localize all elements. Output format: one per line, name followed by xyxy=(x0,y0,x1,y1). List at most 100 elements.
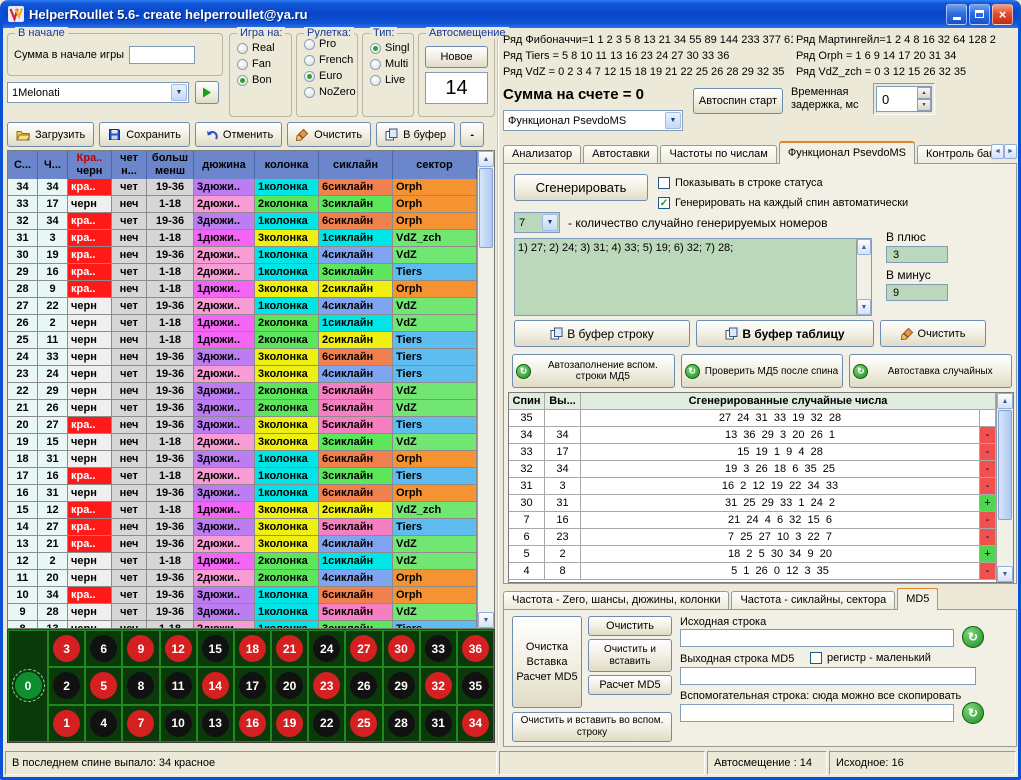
history-row[interactable]: 3234кра..чет19-363дюжи..1колонка6сиклайн… xyxy=(8,213,477,230)
toolbar-button-6[interactable]: - xyxy=(460,122,484,147)
freq-tab-3[interactable]: MD5 xyxy=(897,588,938,610)
board-cell[interactable]: 28 xyxy=(383,705,420,742)
chevron-up-icon[interactable]: ▲ xyxy=(857,239,871,255)
board-cell[interactable]: 5 xyxy=(85,667,122,704)
checkbox-generate-auto[interactable]: ✓ Генерировать на каждый спин автоматиче… xyxy=(658,197,908,209)
gen-row[interactable]: 323419 3 26 18 6 35 25- xyxy=(509,461,996,478)
gen-row[interactable]: 485 1 26 0 12 3 35- xyxy=(509,563,996,580)
board-cell[interactable]: 24 xyxy=(308,630,345,667)
history-row[interactable]: 2027кра..неч19-363дюжи..3колонка5сиклайн… xyxy=(8,417,477,434)
register-checkbox[interactable]: регистр - маленький xyxy=(810,652,931,664)
generated-table-scrollbar[interactable]: ▲ ▼ xyxy=(996,393,1013,582)
tab-3[interactable]: Частоты по числам xyxy=(660,145,776,164)
history-row[interactable]: 3434кра..чет19-363дюжи..1колонка6сиклайн… xyxy=(8,179,477,196)
history-row[interactable]: 122чернчет1-181дюжи..2колонка1сиклайнVdZ xyxy=(8,553,477,570)
board-cell[interactable]: 6 xyxy=(85,630,122,667)
board-cell[interactable]: 19 xyxy=(271,705,308,742)
helper-input[interactable] xyxy=(680,704,954,722)
chevron-up-icon[interactable]: ▲ xyxy=(478,151,494,167)
close-button[interactable]: × xyxy=(992,4,1013,25)
output-input[interactable] xyxy=(680,667,976,685)
board-cell[interactable]: 26 xyxy=(345,667,382,704)
recycle-icon-button[interactable]: ↻ xyxy=(962,626,984,648)
scrollbar-track[interactable] xyxy=(997,409,1013,566)
toolbar-button-4[interactable]: Очистить xyxy=(287,122,371,147)
md5-clear-paste-button[interactable]: Очистить и вставить xyxy=(588,639,672,672)
board-cell[interactable]: 23 xyxy=(308,667,345,704)
autoshift-new-button[interactable]: Новое xyxy=(425,46,488,68)
board-cell[interactable]: 29 xyxy=(383,667,420,704)
copy-line-button[interactable]: В буфер строку xyxy=(514,320,690,347)
board-zero-cell[interactable]: 0 xyxy=(8,630,48,742)
history-row[interactable]: 1716кра..чет1-182дюжи..1колонка3сиклайнT… xyxy=(8,468,477,485)
count-combo[interactable]: 7 ▼ xyxy=(514,212,560,233)
checkbox-box[interactable]: ✓ xyxy=(658,197,670,209)
board-cell[interactable]: 2 xyxy=(48,667,85,704)
history-row[interactable]: 3019кра..неч19-362дюжи..1колонка4сиклайн… xyxy=(8,247,477,264)
toolbar-button-1[interactable]: Загрузить xyxy=(7,122,94,147)
recycle-icon-button[interactable]: ↻ xyxy=(962,702,984,724)
chevron-down-icon[interactable]: ▼ xyxy=(542,214,558,231)
generated-numbers-area[interactable]: 1) 27; 2) 24; 3) 31; 4) 33; 5) 19; 6) 32… xyxy=(514,238,872,316)
gen-row[interactable]: 6237 25 27 10 3 22 7- xyxy=(509,529,996,546)
scrollbar-track[interactable] xyxy=(478,167,494,612)
board-cell[interactable]: 35 xyxy=(457,667,494,704)
history-row[interactable]: 2324чернчет19-362дюжи..3колонка4сиклайнT… xyxy=(8,366,477,383)
board-cell[interactable]: 14 xyxy=(197,667,234,704)
radio-pro[interactable]: Pro xyxy=(304,38,357,50)
board-cell[interactable]: 15 xyxy=(197,630,234,667)
toolbar-button-3[interactable]: Отменить xyxy=(195,122,282,147)
board-cell[interactable]: 11 xyxy=(160,667,197,704)
minimize-button[interactable] xyxy=(946,4,967,25)
board-cell[interactable]: 7 xyxy=(122,705,159,742)
textarea-scrollbar[interactable]: ▲ ▼ xyxy=(856,239,871,315)
history-row[interactable]: 2433черннеч19-363дюжи..3колонка6сиклайнT… xyxy=(8,349,477,366)
history-row[interactable]: 1321кра..неч19-362дюжи..3колонка4сиклайн… xyxy=(8,536,477,553)
history-row[interactable]: 262чернчет1-181дюжи..2колонка1сиклайнVdZ xyxy=(8,315,477,332)
title-bar[interactable]: HelperRoullet 5.6- create helperroullet@… xyxy=(3,0,1018,28)
history-row[interactable]: 2126чернчет19-363дюжи..2колонка5сиклайнV… xyxy=(8,400,477,417)
play-button[interactable] xyxy=(195,81,219,104)
chevron-down-icon[interactable]: ▼ xyxy=(917,99,931,111)
radio-live[interactable]: Live xyxy=(370,74,413,86)
board-cell[interactable]: 18 xyxy=(234,630,271,667)
md5-big-button[interactable]: Очистка Вставка Расчет MD5 xyxy=(512,616,582,708)
maximize-button[interactable] xyxy=(969,4,990,25)
chevron-down-icon[interactable]: ▼ xyxy=(857,299,871,315)
history-row[interactable]: 1831черннеч19-363дюжи..1колонка6сиклайнO… xyxy=(8,451,477,468)
history-row[interactable]: 1915черннеч1-182дюжи..3колонка3сиклайнVd… xyxy=(8,434,477,451)
history-row[interactable]: 928чернчет19-363дюжи..1колонка5сиклайнVd… xyxy=(8,604,477,621)
auto-button-2[interactable]: ↻Проверить МД5 после спина xyxy=(681,354,844,388)
copy-table-button[interactable]: В буфер таблицу xyxy=(696,320,874,347)
delay-spinner[interactable]: 0 ▲ ▼ xyxy=(873,83,935,115)
board-cell[interactable]: 8 xyxy=(122,667,159,704)
board-cell[interactable]: 10 xyxy=(160,705,197,742)
checkbox-box[interactable] xyxy=(658,177,670,189)
radio-fan[interactable]: Fan xyxy=(237,58,291,70)
scrollbar-track[interactable] xyxy=(857,255,871,299)
gen-row[interactable]: 71621 24 4 6 32 15 6- xyxy=(509,512,996,529)
source-input[interactable] xyxy=(680,629,954,647)
gen-row[interactable]: 3527 24 31 33 19 32 28 xyxy=(509,410,996,427)
toolbar-button-5[interactable]: В буфер xyxy=(376,122,455,147)
radio-bon[interactable]: Bon xyxy=(237,74,291,86)
board-cell[interactable]: 27 xyxy=(345,630,382,667)
tab-1[interactable]: Анализатор xyxy=(503,145,581,164)
autospin-button[interactable]: Автоспин старт xyxy=(693,88,783,114)
radio-french[interactable]: French xyxy=(304,54,357,66)
freq-tab-2[interactable]: Частота - сиклайны, сектора xyxy=(731,591,895,610)
arrow-right-icon[interactable]: ► xyxy=(1004,144,1017,159)
radio-nozero[interactable]: NoZero xyxy=(304,86,357,98)
gen-row[interactable]: 343413 36 29 3 20 26 1- xyxy=(509,427,996,444)
history-row[interactable]: 813черннеч1-182дюжи..1колонка3сиклайнTie… xyxy=(8,621,477,628)
history-row[interactable]: 289кра..неч1-181дюжи..3колонка2сиклайнOr… xyxy=(8,281,477,298)
history-row[interactable]: 2229черннеч19-363дюжи..2колонка5сиклайнV… xyxy=(8,383,477,400)
radio-euro[interactable]: Euro xyxy=(304,70,357,82)
gen-row[interactable]: 5218 2 5 30 34 9 20+ xyxy=(509,546,996,563)
preset-combo[interactable]: 1Melonati ▼ xyxy=(7,82,189,103)
history-row[interactable]: 2511черннеч1-181дюжи..2колонка2сиклайнTi… xyxy=(8,332,477,349)
chevron-up-icon[interactable]: ▲ xyxy=(917,87,931,99)
mode-combo[interactable]: Функционал PsevdoMS ▼ xyxy=(503,110,683,131)
gen-row[interactable]: 331715 19 1 9 4 28- xyxy=(509,444,996,461)
radio-multi[interactable]: Multi xyxy=(370,58,413,70)
